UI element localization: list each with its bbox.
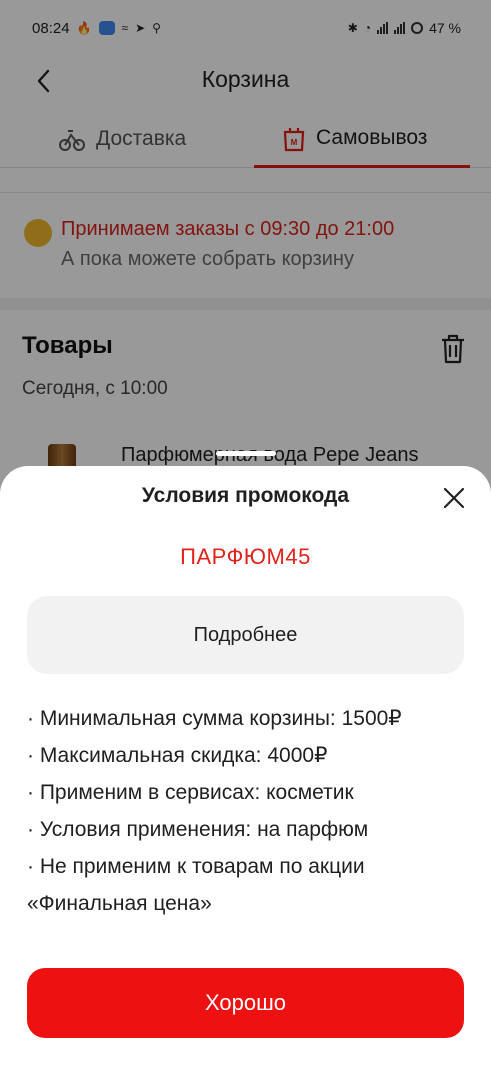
ok-button[interactable]: Хорошо: [27, 968, 464, 1038]
details-button[interactable]: Подробнее: [27, 596, 464, 674]
sheet-grabber[interactable]: [216, 451, 276, 456]
close-button[interactable]: [438, 482, 470, 514]
condition-item: · Условия применения: на парфюм: [27, 818, 369, 841]
condition-item: · Не применим к товарам по акции «Финаль…: [27, 855, 365, 915]
close-icon: [443, 487, 465, 509]
condition-item: · Применим в сервисах: косметик: [27, 781, 354, 804]
conditions-list: · Минимальная сумма корзины: 1500₽ · Мак…: [27, 700, 467, 922]
promo-code: ПАРФЮМ45: [180, 544, 311, 569]
promo-conditions-sheet: Условия промокода ПАРФЮМ45 Подробнее · М…: [0, 466, 491, 1090]
condition-item: · Максимальная скидка: 4000₽: [27, 744, 328, 767]
sheet-title: Условия промокода: [141, 484, 350, 507]
condition-item: · Минимальная сумма корзины: 1500₽: [27, 707, 402, 730]
